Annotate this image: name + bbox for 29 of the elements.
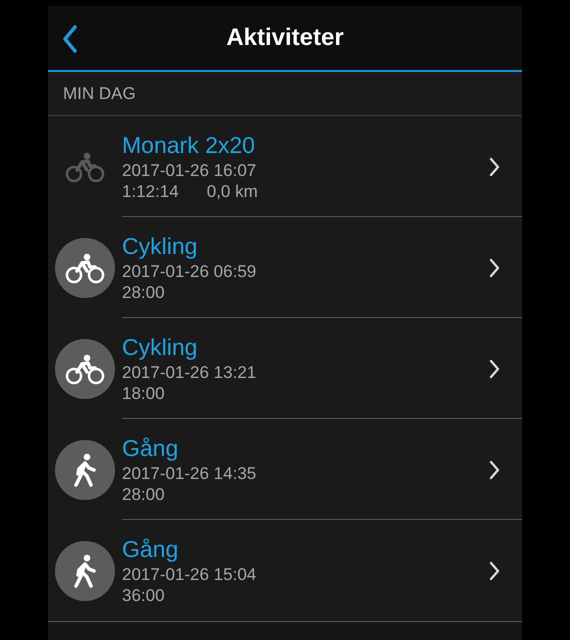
activity-stat: 0,0 km: [206, 180, 258, 202]
chevron-icon: [489, 460, 500, 480]
activity-stat: 1:12:14: [122, 180, 179, 202]
screen-title: Aktiviteter: [226, 23, 344, 53]
activity-title: Gång: [122, 534, 180, 564]
chevron-icon: [489, 258, 500, 278]
section-header: MIN DAG: [63, 82, 136, 105]
activity-row[interactable]: Gång 2017-01-26 14:35 28:00: [48, 419, 522, 520]
activity-row[interactable]: Cykling 2017-01-26 06:59 28:00: [48, 217, 522, 318]
activity-row[interactable]: Monark 2x20 2017-01-26 16:07 1:12:14 0,0 km: [48, 116, 522, 217]
activity-date: 2017-01-26 15:04: [122, 564, 258, 585]
activity-row[interactable]: Gång 2017-01-26 15:04 36:00: [48, 520, 522, 621]
activity-stat: 18:00: [122, 382, 165, 404]
activity-date: 2017-01-26 16:07: [122, 160, 258, 181]
activity-date: 2017-01-26 06:59: [122, 260, 258, 282]
activity-title: Gång: [122, 434, 180, 463]
activity-title: Monark 2x20: [122, 130, 256, 160]
activity-stat: 28:00: [122, 484, 165, 506]
back-icon: [62, 25, 78, 53]
activity-date: 2017-01-26 14:35: [122, 462, 258, 484]
activity-stat: 28:00: [122, 282, 165, 304]
activity-title: Cykling: [122, 332, 198, 362]
activity-title: Cykling: [122, 232, 198, 261]
chevron-icon: [489, 358, 500, 378]
chevron-icon: [489, 156, 500, 176]
activity-row[interactable]: Cykling 2017-01-26 13:21 18:00: [48, 318, 522, 419]
activity-stat: 36:00: [122, 584, 165, 606]
activity-date: 2017-01-26 13:21: [122, 362, 258, 383]
chevron-icon: [489, 560, 500, 580]
